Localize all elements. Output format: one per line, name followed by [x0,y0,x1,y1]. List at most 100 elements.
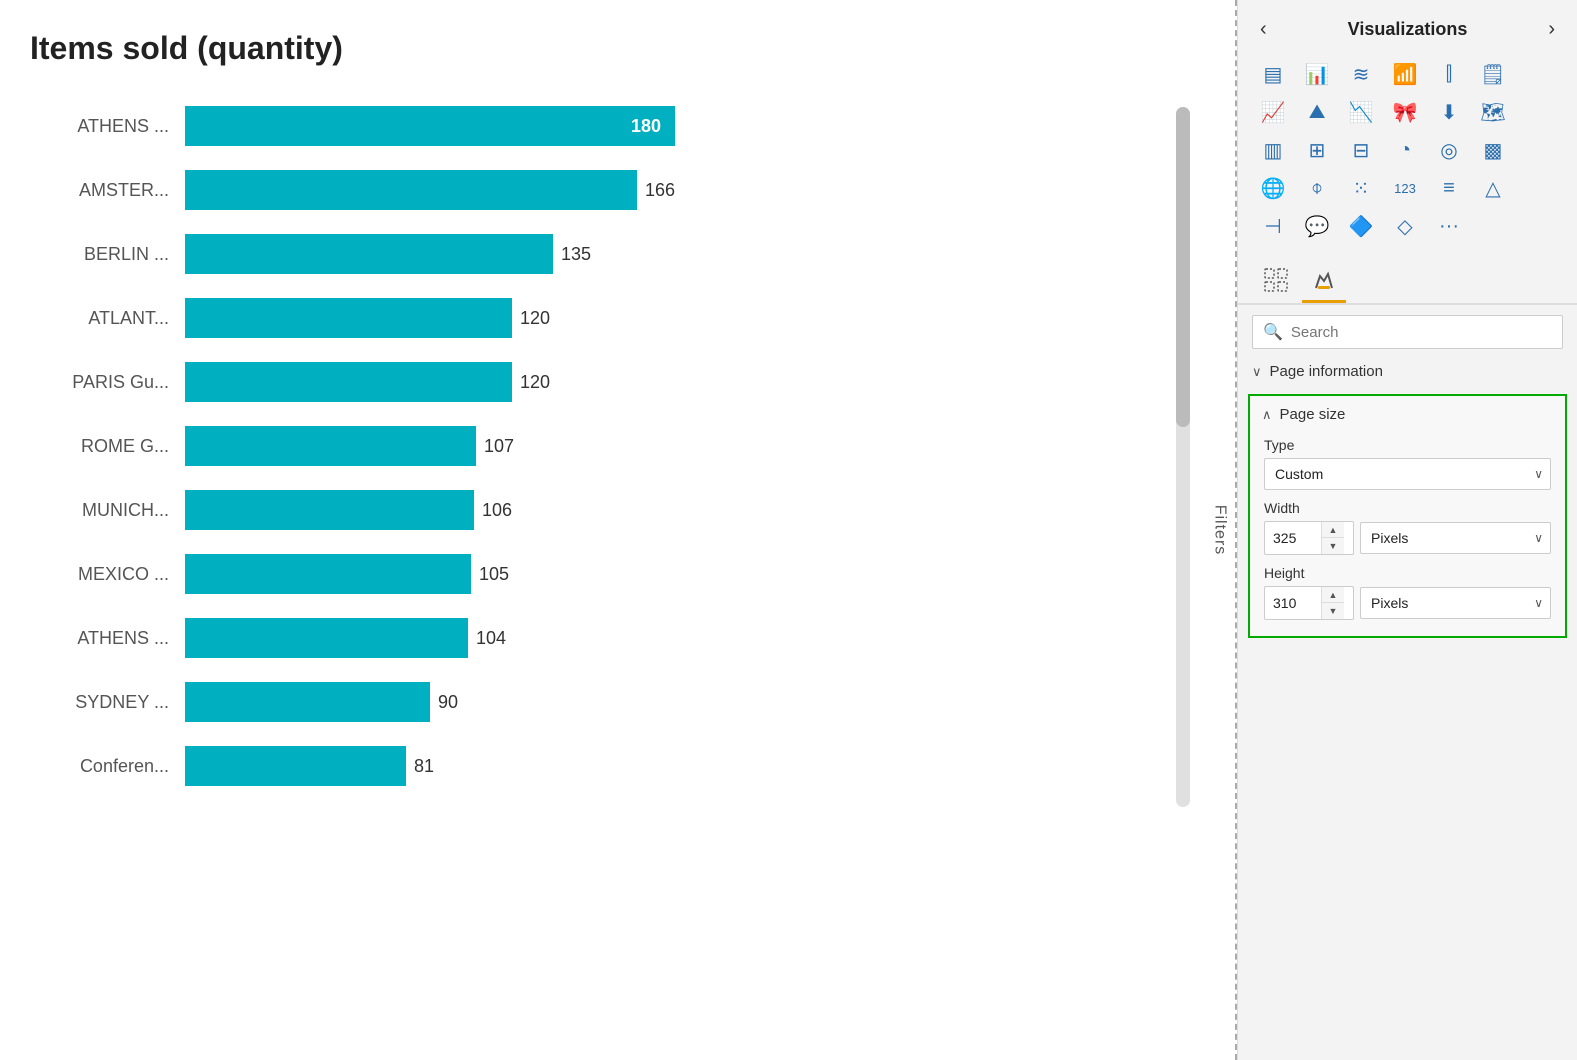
treemap-icon[interactable]: ▩ [1474,133,1512,167]
width-input-wrapper[interactable]: ▲ ▼ [1264,521,1354,555]
bar[interactable] [185,490,474,530]
bar[interactable]: 180 [185,106,675,146]
donut-icon[interactable]: ◎ [1430,133,1468,167]
kpi-icon[interactable]: ⊟ [1342,133,1380,167]
bar-wrapper[interactable]: 120 [185,360,1151,404]
line-col-icon[interactable]: 📉 [1342,95,1380,129]
bar-wrapper[interactable]: 107 [185,424,1151,468]
line-chart-icon[interactable]: 📈 [1254,95,1292,129]
page-information-label: Page information [1270,363,1383,380]
more-icon[interactable]: ··· [1430,209,1468,243]
decomp-icon[interactable]: ⊣ [1254,209,1292,243]
bar-row: MUNICH...106 [30,481,1151,539]
scatter-icon[interactable]: ⁙ [1342,171,1380,205]
bar-label: ATHENS ... [30,116,185,137]
bar-wrapper[interactable]: 106 [185,488,1151,532]
bar[interactable] [185,746,406,786]
build-tab[interactable] [1254,259,1298,303]
bar-wrapper[interactable]: 166 [185,168,1151,212]
search-box[interactable]: 🔍 [1252,315,1563,349]
viz-nav-right-button[interactable]: › [1542,18,1561,41]
type-dropdown[interactable]: Custom 16:9 4:3 Letter [1264,458,1551,490]
bar-value-outside: 166 [645,180,675,201]
right-panel: ‹ Visualizations › ▤📊≋📶⫿🗒 📈⛰📉🎀⬇🗺 ▥⊞⊟◔◎▩ 🌐⌽⁙… [1237,0,1577,1060]
width-spinner[interactable]: ▲ ▼ [1321,522,1344,554]
bar-wrapper[interactable]: 180 [185,104,1151,148]
width-row: ▲ ▼ Pixels Centimeters Inches [1264,521,1551,555]
bar-label: SYDNEY ... [30,692,185,713]
page-size-header[interactable]: ∧ Page size [1250,396,1565,431]
width-input[interactable] [1265,524,1321,552]
narrative-icon[interactable]: 💬 [1298,209,1336,243]
scrollbar-area[interactable] [1171,97,1195,1017]
width-unit-dropdown[interactable]: Pixels Centimeters Inches [1360,522,1551,554]
height-spinner[interactable]: ▲ ▼ [1321,587,1344,619]
height-unit-container[interactable]: Pixels Centimeters Inches [1360,587,1551,619]
width-up-button[interactable]: ▲ [1322,522,1344,538]
azure-icon[interactable]: 🔷 [1342,209,1380,243]
page-size-label: Page size [1280,406,1346,423]
height-unit-dropdown[interactable]: Pixels Centimeters Inches [1360,587,1551,619]
bar-wrapper[interactable]: 120 [185,296,1151,340]
waterfall-icon[interactable]: ⬇ [1430,95,1468,129]
format-tab[interactable] [1302,259,1346,303]
bar[interactable] [185,682,430,722]
bar[interactable] [185,298,512,338]
bar[interactable] [185,426,476,466]
funnel-icon[interactable]: ⌽ [1298,171,1336,205]
bar-label: ATHENS ... [30,628,185,649]
bar-wrapper[interactable]: 81 [185,744,1151,788]
gauge-icon[interactable]: △ [1474,171,1512,205]
viz-panel-title: Visualizations [1348,19,1468,40]
pie-icon[interactable]: ◔ [1386,133,1424,167]
number-card-icon[interactable]: 123 [1386,171,1424,205]
bar-value-outside: 90 [438,692,458,713]
bar-row: PARIS Gu...120 [30,353,1151,411]
map-icon[interactable]: 🌐 [1254,171,1292,205]
bar-row: AMSTER... 166 [30,161,1151,219]
bar[interactable] [185,362,512,402]
scrollbar-track[interactable] [1176,107,1190,807]
height-label: Height [1264,565,1551,581]
filters-label: Filters [1211,505,1229,556]
viz-nav-left-button[interactable]: ‹ [1254,18,1273,41]
height-input[interactable] [1265,589,1321,617]
table2-icon[interactable]: ≡ [1430,171,1468,205]
search-input[interactable] [1291,324,1552,341]
height-down-button[interactable]: ▼ [1322,603,1344,619]
page-information-header[interactable]: ∨ Page information [1238,355,1577,388]
scrollbar-thumb[interactable] [1176,107,1190,427]
bar-wrapper[interactable]: 135 [185,232,1151,276]
diamond-icon[interactable]: ◇ [1386,209,1424,243]
empty-icon[interactable] [1474,209,1512,243]
clustered-bar-icon[interactable]: 📶 [1386,57,1424,91]
width-down-button[interactable]: ▼ [1322,538,1344,554]
table-icon[interactable]: ⊞ [1298,133,1336,167]
bar-row: SYDNEY ... 90 [30,673,1151,731]
stacked-area-icon[interactable]: ⫿ [1430,57,1468,91]
height-up-button[interactable]: ▲ [1322,587,1344,603]
stacked-col-icon[interactable]: ≋ [1342,57,1380,91]
stacked-bar-icon[interactable]: ▤ [1254,57,1292,91]
bar-wrapper[interactable]: 90 [185,680,1151,724]
bar-wrapper[interactable]: 104 [185,616,1151,660]
filled-map-icon[interactable]: 🗺 [1474,95,1512,129]
height-input-wrapper[interactable]: ▲ ▼ [1264,586,1354,620]
matrix-icon[interactable]: ▥ [1254,133,1292,167]
ribbon-icon[interactable]: 🎀 [1386,95,1424,129]
bar-chart-icon[interactable]: 📊 [1298,57,1336,91]
area-chart-icon[interactable]: ⛰ [1298,95,1336,129]
chart-area: Items sold (quantity) ATHENS ...180AMSTE… [0,0,1237,1060]
bar[interactable] [185,618,468,658]
bar[interactable] [185,170,637,210]
page-size-chevron: ∧ [1262,407,1272,423]
bar-row: Conferen...81 [30,737,1151,795]
bar[interactable] [185,554,471,594]
bar[interactable] [185,234,553,274]
type-dropdown-container[interactable]: Custom 16:9 4:3 Letter [1264,458,1551,490]
bar-row: ATLANT...120 [30,289,1151,347]
bar-label: AMSTER... [30,180,185,201]
col-chart-icon[interactable]: 🗒 [1474,57,1512,91]
bar-wrapper[interactable]: 105 [185,552,1151,596]
width-unit-container[interactable]: Pixels Centimeters Inches [1360,522,1551,554]
